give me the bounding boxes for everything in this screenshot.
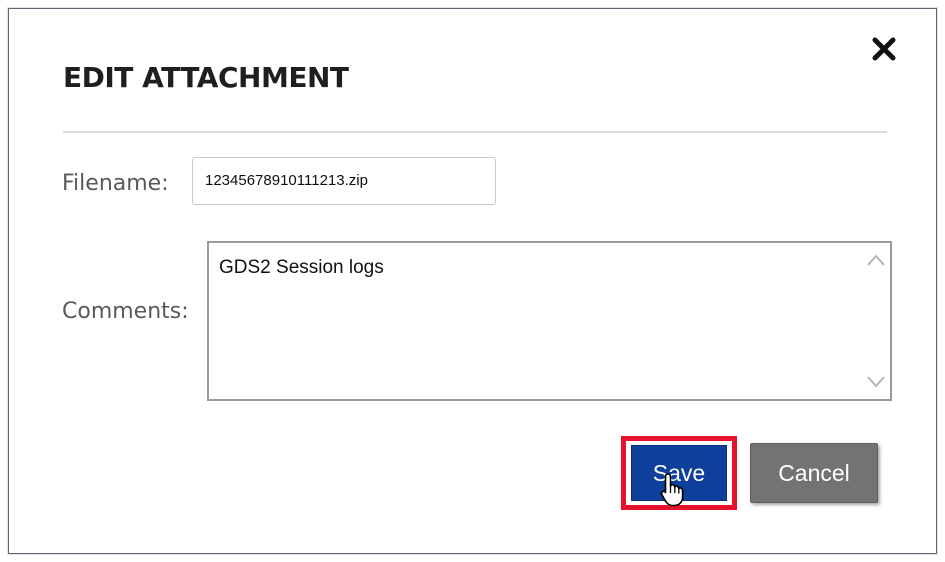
chevron-up-icon: [867, 254, 885, 266]
dialog-title: EDIT ATTACHMENT: [63, 61, 349, 94]
filename-input[interactable]: 12345678910111213.zip: [192, 157, 496, 205]
cancel-button[interactable]: Cancel: [750, 443, 878, 503]
edit-attachment-dialog: EDIT ATTACHMENT Filename: 12345678910111…: [8, 8, 937, 554]
comments-text: GDS2 Session logs: [219, 257, 384, 278]
chevron-down-icon: [867, 376, 885, 388]
title-divider: [63, 131, 887, 133]
close-button[interactable]: [866, 31, 902, 67]
hand-pointer-icon: [660, 473, 684, 507]
comments-textarea[interactable]: GDS2 Session logs: [207, 241, 892, 401]
scroll-down-button[interactable]: [865, 371, 887, 393]
close-icon: [872, 37, 896, 61]
filename-label: Filename:: [62, 171, 169, 196]
comments-label: Comments:: [62, 299, 189, 324]
scroll-up-button[interactable]: [865, 249, 887, 271]
